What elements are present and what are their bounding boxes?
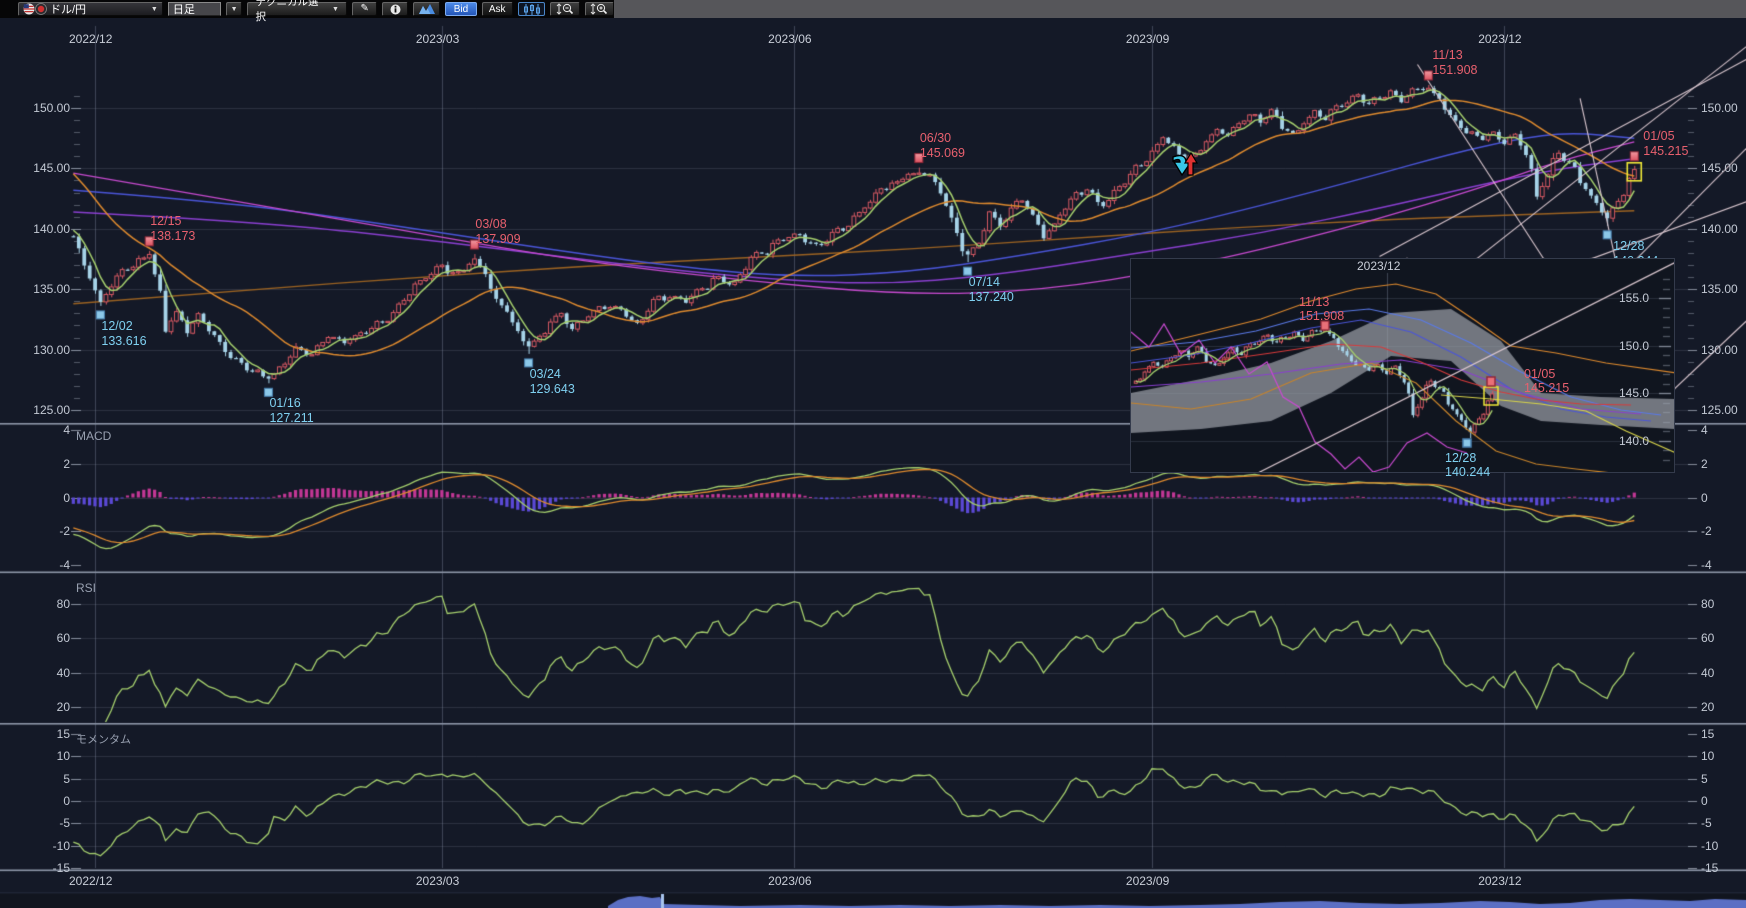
inset-annotation-price-01/05: 145.215 bbox=[1524, 381, 1569, 395]
draw-tool-button[interactable]: ✎ bbox=[352, 2, 377, 16]
inset-annotation-date-12/28: 12/28 bbox=[1445, 451, 1476, 465]
inset-annotation-price-11/13: 151.908 bbox=[1299, 309, 1344, 323]
inset-ytick: 145.0 bbox=[1619, 386, 1649, 400]
jp-flag-icon bbox=[35, 3, 47, 15]
info-button[interactable] bbox=[382, 2, 407, 16]
vertical-zoom-in-icon bbox=[590, 3, 608, 15]
technical-label: テクニカル選択 bbox=[255, 0, 327, 24]
trading-app-window: { "toolbar": { "pair_label": "ドル/円", "ti… bbox=[0, 0, 1746, 908]
bid-label: Bid bbox=[454, 4, 468, 15]
inset-annotation-date-11/13: 11/13 bbox=[1299, 295, 1329, 309]
inset-chart-canvas[interactable] bbox=[1131, 259, 1674, 472]
momentum-panel-title: モメンタム bbox=[76, 731, 131, 747]
price-direction-cursor-icon bbox=[1166, 148, 1200, 182]
inset-ytick: 155.0 bbox=[1619, 291, 1649, 305]
pair-label: ドル/円 bbox=[50, 1, 86, 17]
technical-select-button[interactable]: テクニカル選択 ▼ bbox=[247, 2, 346, 16]
us-flag-icon bbox=[23, 3, 35, 15]
dropdown-arrow-icon: ▼ bbox=[332, 6, 339, 13]
candlestick-mode-icon bbox=[523, 4, 541, 15]
pencil-icon: ✎ bbox=[360, 4, 368, 14]
inset-annotation-date-01/05: 01/05 bbox=[1524, 367, 1555, 381]
area-chart-mode-button[interactable] bbox=[413, 2, 440, 16]
dropdown-arrow-icon: ▼ bbox=[151, 6, 158, 13]
bid-button[interactable]: Bid bbox=[445, 2, 476, 16]
toolbar-button-panel: ドル/円 ▼ 日足 ▼ テクニカル選択 ▼ ✎ bbox=[0, 0, 614, 18]
rsi-panel-title: RSI bbox=[76, 581, 96, 595]
inset-ytick: 140.0 bbox=[1619, 434, 1649, 448]
inset-date-label: 2023/12 bbox=[1357, 259, 1400, 273]
timeline-navigator[interactable] bbox=[0, 893, 1746, 908]
currency-pair-select[interactable]: ドル/円 ▼ bbox=[18, 2, 163, 16]
timeframe-label: 日足 bbox=[173, 1, 195, 17]
inset-ytick: 150.0 bbox=[1619, 339, 1649, 353]
candlestick-mode-button[interactable] bbox=[518, 2, 545, 16]
inset-annotation-price-12/28: 140.244 bbox=[1445, 465, 1490, 479]
macd-panel-title: MACD bbox=[76, 429, 111, 443]
ask-label: Ask bbox=[489, 4, 506, 15]
inset-zoom-chart[interactable]: 2023/12 155.0 150.0 145.0 140.0 11/13151.908 0… bbox=[1130, 258, 1675, 473]
vertical-zoom-in-button[interactable] bbox=[585, 2, 614, 16]
vertical-zoom-out-button[interactable] bbox=[550, 2, 579, 16]
info-icon bbox=[390, 4, 401, 15]
timeframe-field[interactable]: 日足 bbox=[168, 2, 221, 16]
ask-button[interactable]: Ask bbox=[482, 2, 513, 16]
toolbar: ドル/円 ▼ 日足 ▼ テクニカル選択 ▼ ✎ bbox=[0, 0, 1746, 18]
dropdown-arrow-icon: ▼ bbox=[231, 6, 238, 13]
mountain-chart-icon bbox=[419, 4, 435, 14]
vertical-zoom-out-icon bbox=[556, 3, 574, 15]
timeframe-dropdown-button[interactable]: ▼ bbox=[226, 2, 243, 16]
